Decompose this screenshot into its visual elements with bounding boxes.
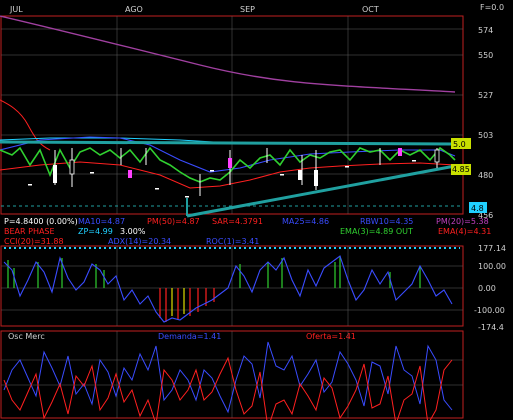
price-axis-label: 574 — [478, 26, 493, 35]
indicator-pm20: PM(20)=5.38 — [436, 217, 489, 226]
indicator-readouts: P=4.8400 (0.00%) MA10=4.87 PM(50)=4.87 S… — [4, 217, 491, 246]
indicator-pm50: PM(50)=4.87 — [147, 217, 200, 226]
indicator-ema4: EMA(4)=4.31 — [438, 227, 491, 236]
cci-oscillator-panel[interactable]: 177.14 100.00 0.00 -100.00 -174.4 — [0, 244, 506, 332]
candle-body — [298, 170, 302, 180]
month-label-jul: JUL — [9, 5, 23, 14]
cci-axis-label: -174.4 — [478, 323, 504, 332]
price-gridlines — [1, 16, 463, 214]
sar-dot — [280, 174, 284, 176]
indicator-sar: SAR=4.3791 — [212, 217, 263, 226]
osc-merc-title: Osc Merc — [8, 332, 45, 341]
indicator-price: P=4.8400 (0.00%) — [4, 217, 78, 226]
current-price-badge: 4.8 — [469, 202, 487, 213]
sar-dot — [210, 170, 214, 172]
candle-body — [69, 159, 75, 175]
resistance-badge: 5.0 — [451, 138, 471, 149]
candles — [54, 148, 438, 196]
indicator-roc: ROC(1)=3.41 — [206, 237, 259, 246]
indicator-ema3: EMA(3)=4.89 OUT — [340, 227, 413, 236]
month-axis: JUL AGO SEP OCT F=0.0 — [9, 3, 504, 14]
stock-chart: JUL AGO SEP OCT F=0.0 574 550 527 503 48… — [0, 3, 506, 420]
scale-label: F=0.0 — [480, 3, 504, 12]
price-axis-label: 527 — [478, 91, 493, 100]
cci-axis-label: 100.00 — [478, 262, 506, 271]
indicator-ma10: MA10=4.87 — [78, 217, 125, 226]
candle-body — [228, 158, 232, 168]
price-axis-label: 550 — [478, 51, 493, 60]
resistance-line — [0, 140, 456, 146]
indicator-zp-pct: 3.00% — [120, 227, 146, 236]
candle-body — [434, 149, 440, 163]
indicator-rbw10: RBW10=4.35 — [360, 217, 413, 226]
sar-dot — [185, 196, 189, 198]
candle-body — [314, 170, 318, 186]
month-label-sep: SEP — [240, 5, 255, 14]
sar-dot — [412, 160, 416, 162]
price-panel[interactable]: 574 550 527 503 480 456 5.0 4.85 4.8 — [0, 15, 493, 220]
indicator-phase: BEAR PHASE — [4, 227, 55, 236]
sar-dot — [28, 184, 32, 186]
price-axis-label: 503 — [478, 131, 493, 140]
cci-axis: 177.14 100.00 0.00 -100.00 -174.4 — [474, 244, 506, 332]
candle-body — [398, 148, 402, 156]
price-axis: 574 550 527 503 480 456 — [478, 26, 493, 220]
month-label-ago: AGO — [125, 5, 143, 14]
indicator-adx: ADX(14)=20.34 — [108, 237, 171, 246]
indicator-zp: ZP=4.99 — [78, 227, 113, 236]
sar-dot — [345, 166, 349, 168]
sar-dot — [155, 188, 159, 190]
cci-axis-label: 0.00 — [478, 284, 496, 293]
slow-moving-average-line — [0, 15, 456, 93]
support-badge-text: 4.85 — [452, 165, 470, 174]
candle-body — [128, 170, 132, 178]
cci-axis-label: 177.14 — [478, 244, 506, 253]
price-line — [0, 146, 456, 183]
osc-merc-demand-label: Demanda=1.41 — [158, 332, 221, 341]
support-badge: 4.85 — [451, 164, 471, 175]
sar-dot — [90, 172, 94, 174]
current-price-badge-text: 4.8 — [471, 204, 484, 213]
demand-line — [3, 341, 453, 414]
month-label-oct: OCT — [362, 5, 379, 14]
cci-axis-label: -100.00 — [474, 306, 505, 315]
indicator-cci: CCI(20)=31.88 — [4, 237, 64, 246]
osc-merc-panel[interactable]: Osc Merc Demanda=1.41 Oferta=1.41 — [0, 330, 464, 420]
resistance-badge-text: 5.0 — [453, 140, 466, 149]
candle-body — [53, 165, 57, 183]
indicator-ma25: MA25=4.86 — [282, 217, 329, 226]
osc-merc-offer-label: Oferta=1.41 — [306, 332, 356, 341]
cci-gridlines — [1, 246, 463, 326]
price-axis-label: 480 — [478, 171, 493, 180]
